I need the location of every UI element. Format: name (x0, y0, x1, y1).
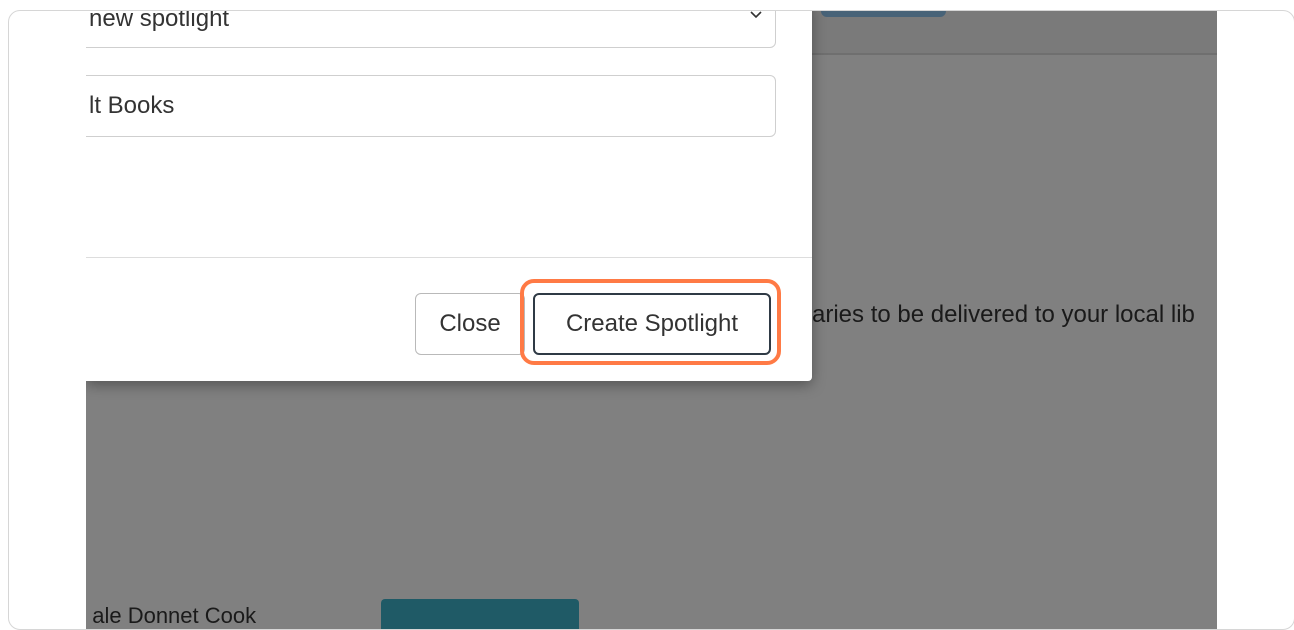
browser-frame: aries to be delivered to your local lib … (8, 10, 1294, 630)
create-spotlight-modal: new spotlight lt Books Close Create Spot… (86, 11, 812, 381)
modal-footer-divider (86, 257, 812, 258)
page-viewport: aries to be delivered to your local lib … (86, 11, 1217, 629)
spotlight-type-value: new spotlight (89, 11, 230, 32)
spotlight-title-value: lt Books (89, 92, 175, 119)
site-logo (821, 11, 946, 17)
spotlight-title-input[interactable]: lt Books (86, 75, 776, 137)
spotlight-type-select[interactable]: new spotlight (86, 11, 776, 48)
create-spotlight-button[interactable]: Create Spotlight (533, 293, 771, 355)
page-bottom-text: t ale Donnet Cook (86, 603, 257, 628)
page-description-text: aries to be delivered to your local lib (812, 301, 1195, 328)
chevron-down-icon (750, 11, 762, 19)
close-button[interactable]: Close (415, 293, 525, 355)
